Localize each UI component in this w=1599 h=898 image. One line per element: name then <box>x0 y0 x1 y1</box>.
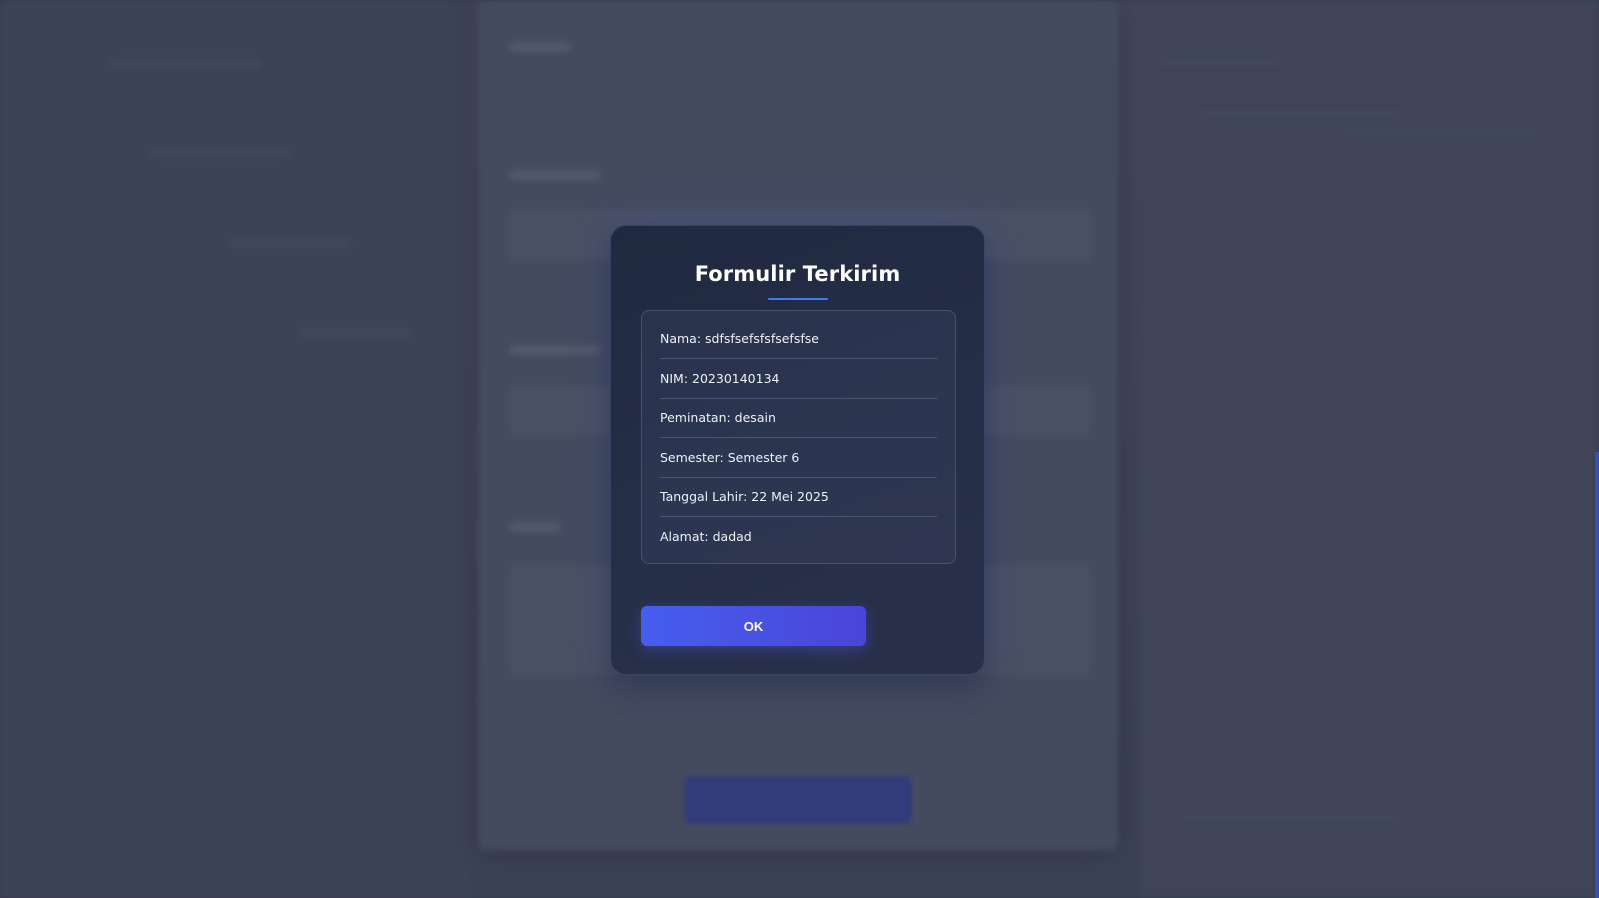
submission-modal: Formulir Terkirim Nama: sdfsfsefsfsfsefs… <box>610 225 985 675</box>
title-underline <box>768 298 828 300</box>
summary-row-peminatan: Peminatan: desain <box>660 399 937 438</box>
summary-row-tanggal-lahir: Tanggal Lahir: 22 Mei 2025 <box>660 478 937 517</box>
submission-summary: Nama: sdfsfsefsfsfsefsfse NIM: 202301401… <box>641 310 956 564</box>
summary-row-nim: NIM: 20230140134 <box>660 359 937 399</box>
modal-title: Formulir Terkirim <box>694 262 901 286</box>
summary-row-alamat: Alamat: dadad <box>660 529 752 545</box>
summary-row-nama: Nama: sdfsfsefsfsfsefsfse <box>660 311 937 359</box>
summary-row-semester: Semester: Semester 6 <box>660 438 937 478</box>
ok-button[interactable]: OK <box>641 606 866 646</box>
